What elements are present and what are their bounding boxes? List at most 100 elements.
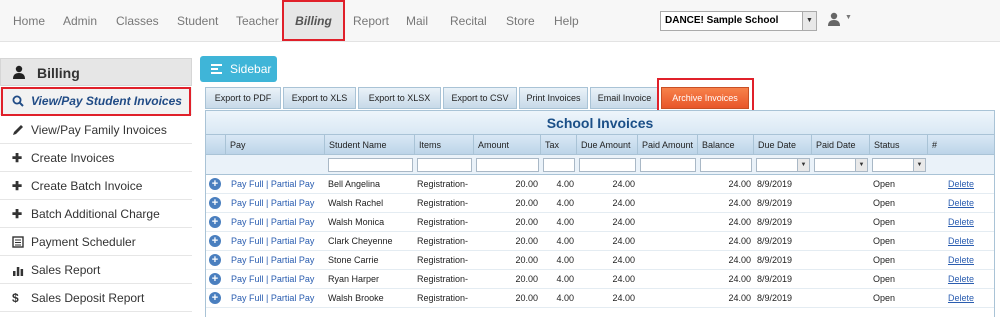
- tax: 4.00: [556, 217, 574, 227]
- pay-links[interactable]: Pay Full | Partial Pay: [231, 251, 330, 270]
- pay-links[interactable]: Pay Full | Partial Pay: [231, 289, 330, 308]
- sidebar-item-sales-report[interactable]: Sales Report: [0, 256, 192, 284]
- pay-links[interactable]: Pay Full | Partial Pay: [231, 232, 330, 251]
- delete-link[interactable]: Delete: [928, 289, 994, 308]
- sidebar-item-batch-additional-charge[interactable]: ✚ Batch Additional Charge: [0, 200, 192, 228]
- filter-paid-date[interactable]: ▼: [814, 158, 868, 172]
- paid-date: [815, 270, 870, 289]
- delete-link[interactable]: Delete: [928, 194, 994, 213]
- nav-report[interactable]: Report: [353, 0, 389, 42]
- amount: 20.00: [515, 217, 538, 227]
- table-row: + Pay Full | Partial Pay Walsh Rachel Regis…: [206, 194, 994, 213]
- email-invoice-button[interactable]: Email Invoice: [590, 87, 659, 109]
- expand-row-icon[interactable]: +: [209, 216, 221, 228]
- filter-paid-amount[interactable]: [640, 158, 696, 172]
- expand-row-icon[interactable]: +: [209, 254, 221, 266]
- export-toolbar: Export to PDF Export to XLS Export to XL…: [205, 87, 995, 110]
- sidebar-item-label: Create Invoices: [31, 151, 115, 165]
- nav-recital[interactable]: Recital: [450, 0, 487, 42]
- status: Open: [873, 274, 896, 284]
- expand-row-icon[interactable]: +: [209, 197, 221, 209]
- delete-link[interactable]: Delete: [928, 175, 994, 194]
- status: Open: [873, 293, 896, 303]
- chevron-down-icon: ▼: [913, 159, 925, 171]
- header-items[interactable]: Items: [415, 135, 474, 155]
- due-amount: 24.00: [612, 293, 635, 303]
- filter-balance[interactable]: [700, 158, 752, 172]
- sidebar-item-payment-scheduler[interactable]: Payment Scheduler: [0, 228, 192, 256]
- sidebar-item-create-invoices[interactable]: ✚ Create Invoices: [0, 144, 192, 172]
- delete-link[interactable]: Delete: [928, 270, 994, 289]
- nav-admin[interactable]: Admin: [63, 0, 97, 42]
- items: Registration-: [417, 255, 469, 265]
- pay-links[interactable]: Pay Full | Partial Pay: [231, 270, 330, 289]
- header-pay[interactable]: Pay: [226, 135, 325, 155]
- filter-items[interactable]: [417, 158, 472, 172]
- export-xls-button[interactable]: Export to XLS: [283, 87, 356, 109]
- export-csv-button[interactable]: Export to CSV: [443, 87, 517, 109]
- balance: 24.00: [728, 217, 751, 227]
- amount: 20.00: [515, 293, 538, 303]
- filter-due-amount[interactable]: [579, 158, 636, 172]
- expand-row-icon[interactable]: +: [209, 292, 221, 304]
- nav-store[interactable]: Store: [506, 0, 535, 42]
- paid-amount: [638, 175, 695, 194]
- header-due-date[interactable]: Due Date: [754, 135, 812, 155]
- header-due-amount[interactable]: Due Amount: [577, 135, 638, 155]
- amount: 20.00: [515, 198, 538, 208]
- amount: 20.00: [515, 274, 538, 284]
- sidebar-item-label: Payment Scheduler: [31, 235, 136, 249]
- expand-row-icon[interactable]: +: [209, 273, 221, 285]
- filter-amount[interactable]: [476, 158, 539, 172]
- nav-home[interactable]: Home: [13, 0, 45, 42]
- nav-classes[interactable]: Classes: [116, 0, 159, 42]
- balance: 24.00: [728, 293, 751, 303]
- school-select-value: DANCE! Sample School: [665, 15, 779, 26]
- header-tax[interactable]: Tax: [541, 135, 577, 155]
- nav-student[interactable]: Student: [177, 0, 218, 42]
- sidebar-item-label: View/Pay Family Invoices: [31, 123, 167, 137]
- delete-link[interactable]: Delete: [928, 232, 994, 251]
- filter-tax[interactable]: [543, 158, 575, 172]
- status: Open: [873, 179, 896, 189]
- header-amount[interactable]: Amount: [474, 135, 541, 155]
- amount: 20.00: [515, 179, 538, 189]
- header-paid-amount[interactable]: Paid Amount: [638, 135, 698, 155]
- amount: 20.00: [515, 236, 538, 246]
- sidebar-item-create-batch-invoice[interactable]: ✚ Create Batch Invoice: [0, 172, 192, 200]
- pay-links[interactable]: Pay Full | Partial Pay: [231, 213, 330, 232]
- user-caret-icon[interactable]: ▼: [845, 14, 852, 21]
- sidebar-item-view-pay-family-invoices[interactable]: View/Pay Family Invoices: [0, 116, 192, 144]
- paid-amount: [638, 289, 695, 308]
- tax: 4.00: [556, 255, 574, 265]
- filter-status[interactable]: ▼: [872, 158, 926, 172]
- expand-row-icon[interactable]: +: [209, 235, 221, 247]
- user-icon[interactable]: [828, 12, 840, 26]
- sidebar-toggle-button[interactable]: Sidebar: [200, 56, 277, 82]
- filter-student-name[interactable]: [328, 158, 413, 172]
- paid-date: [815, 232, 870, 251]
- print-invoices-button[interactable]: Print Invoices: [519, 87, 588, 109]
- header-balance[interactable]: Balance: [698, 135, 754, 155]
- filter-due-date[interactable]: ▼: [756, 158, 810, 172]
- due-amount: 24.00: [612, 274, 635, 284]
- nav-teacher[interactable]: Teacher: [236, 0, 279, 42]
- expand-row-icon[interactable]: +: [209, 178, 221, 190]
- delete-link[interactable]: Delete: [928, 213, 994, 232]
- sidebar-item-sales-deposit-report[interactable]: $ Sales Deposit Report: [0, 284, 192, 312]
- header-paid-date[interactable]: Paid Date: [812, 135, 870, 155]
- nav-mail[interactable]: Mail: [406, 0, 428, 42]
- paid-date: [815, 251, 870, 270]
- school-select[interactable]: DANCE! Sample School ▼: [660, 11, 817, 31]
- due-date: 8/9/2019: [757, 293, 793, 303]
- student-name: Clark Cheyenne: [328, 236, 393, 246]
- export-pdf-button[interactable]: Export to PDF: [205, 87, 281, 109]
- header-student-name[interactable]: Student Name: [325, 135, 415, 155]
- export-xlsx-button[interactable]: Export to XLSX: [358, 87, 441, 109]
- pay-links[interactable]: Pay Full | Partial Pay: [231, 175, 330, 194]
- paid-amount: [638, 232, 695, 251]
- nav-help[interactable]: Help: [554, 0, 579, 42]
- header-status[interactable]: Status: [870, 135, 928, 155]
- delete-link[interactable]: Delete: [928, 251, 994, 270]
- pay-links[interactable]: Pay Full | Partial Pay: [231, 194, 330, 213]
